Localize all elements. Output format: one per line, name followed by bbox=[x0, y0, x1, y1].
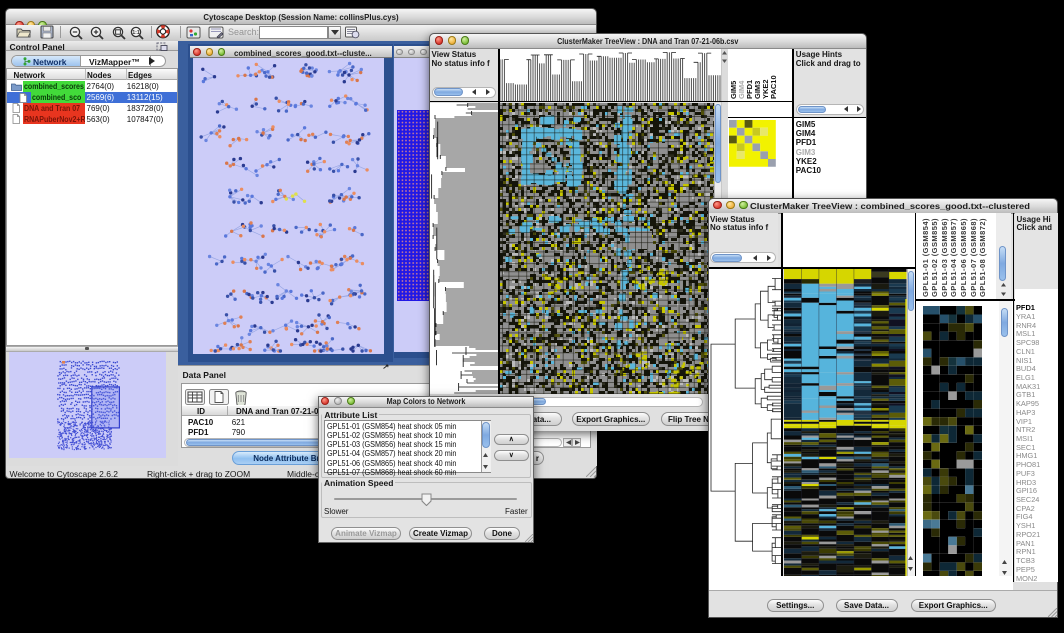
svg-text:1:1: 1:1 bbox=[132, 30, 139, 36]
